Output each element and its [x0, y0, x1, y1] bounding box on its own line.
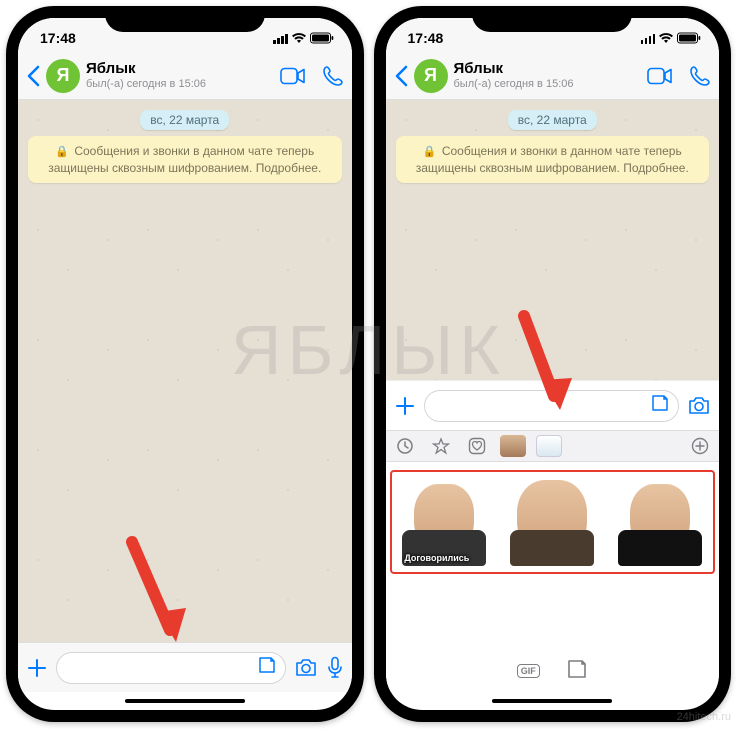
- chat-body[interactable]: вс, 22 марта 🔒 Сообщения и звонки в данн…: [18, 100, 352, 642]
- sticker-caption: Договорились: [404, 553, 469, 563]
- home-indicator: [386, 692, 720, 710]
- lock-icon: 🔒: [423, 146, 437, 158]
- wifi-icon: [291, 32, 307, 44]
- chat-last-seen: был(-а) сегодня в 15:06: [86, 78, 274, 90]
- sticker-picker-button[interactable]: [257, 655, 277, 680]
- sticker-tab-heart[interactable]: [464, 435, 490, 457]
- back-button[interactable]: [26, 65, 40, 87]
- chat-name: Яблык: [454, 61, 642, 78]
- encryption-more: Подробнее.: [256, 161, 322, 175]
- chat-body[interactable]: вс, 22 марта 🔒 Сообщения и звонки в данн…: [386, 100, 720, 380]
- sticker-tab-pack-cup[interactable]: [536, 435, 562, 457]
- status-time: 17:48: [408, 30, 458, 46]
- video-call-button[interactable]: [647, 65, 673, 87]
- battery-icon: [677, 32, 701, 44]
- sticker-item[interactable]: Договорились: [400, 478, 488, 566]
- chat-title-block[interactable]: Яблык был(-а) сегодня в 15:06: [86, 61, 274, 90]
- avatar[interactable]: Я: [46, 59, 80, 93]
- date-pill: вс, 22 марта: [140, 110, 229, 130]
- sticker-item[interactable]: [508, 478, 596, 566]
- sticker-item[interactable]: [616, 478, 704, 566]
- sticker-tab-recent[interactable]: [392, 435, 418, 457]
- message-input[interactable]: [424, 390, 680, 422]
- chat-input-bar: [386, 380, 720, 430]
- chat-title-block[interactable]: Яблык был(-а) сегодня в 15:06: [454, 61, 642, 90]
- status-time: 17:48: [40, 30, 90, 46]
- watermark-site: 24hitech.ru: [677, 711, 731, 723]
- message-input[interactable]: [56, 652, 286, 684]
- sticker-tab-favorite[interactable]: [428, 435, 454, 457]
- voice-call-button[interactable]: [322, 65, 344, 87]
- chat-navbar: Я Яблык был(-а) сегодня в 15:06: [386, 52, 720, 100]
- sticker-picker-button[interactable]: [650, 393, 670, 418]
- chat-name: Яблык: [86, 61, 274, 78]
- wifi-icon: [658, 32, 674, 44]
- sticker-pack-tabs: [386, 430, 720, 462]
- encryption-notice[interactable]: 🔒 Сообщения и звонки в данном чате тепер…: [396, 136, 710, 183]
- attach-button[interactable]: [26, 657, 48, 679]
- mic-button[interactable]: [326, 656, 344, 680]
- sticker-tab-button[interactable]: [566, 658, 588, 685]
- home-indicator: [18, 692, 352, 710]
- phone-right: 17:48 Я Яблык был(-а) сегодня в 15:06: [374, 6, 732, 722]
- encryption-notice[interactable]: 🔒 Сообщения и звонки в данном чате тепер…: [28, 136, 342, 183]
- attach-button[interactable]: [394, 395, 416, 417]
- chat-input-bar: [18, 642, 352, 692]
- sticker-grid[interactable]: Договорились: [386, 462, 720, 582]
- camera-button[interactable]: [687, 396, 711, 416]
- voice-call-button[interactable]: [689, 65, 711, 87]
- avatar[interactable]: Я: [414, 59, 448, 93]
- cellular-icon: [641, 33, 656, 44]
- chat-navbar: Я Яблык был(-а) сегодня в 15:06: [18, 52, 352, 100]
- phone-left: 17:48 Я Яблык был(-а) сегодня в 15:06: [6, 6, 364, 722]
- sticker-tab-pack-bean[interactable]: [500, 435, 526, 457]
- sticker-add-pack-button[interactable]: [687, 435, 713, 457]
- video-call-button[interactable]: [280, 65, 306, 87]
- notch: [472, 6, 632, 32]
- gif-tab-button[interactable]: GIF: [517, 664, 540, 678]
- camera-button[interactable]: [294, 658, 318, 678]
- back-button[interactable]: [394, 65, 408, 87]
- lock-icon: 🔒: [55, 146, 69, 158]
- sticker-row-highlight: Договорились: [390, 470, 716, 574]
- notch: [105, 6, 265, 32]
- sticker-gif-switch: GIF: [386, 650, 720, 692]
- sticker-panel-empty: [386, 582, 720, 650]
- battery-icon: [310, 32, 334, 44]
- cellular-icon: [273, 33, 288, 44]
- date-pill: вс, 22 марта: [508, 110, 597, 130]
- encryption-more: Подробнее.: [623, 161, 689, 175]
- chat-last-seen: был(-а) сегодня в 15:06: [454, 78, 642, 90]
